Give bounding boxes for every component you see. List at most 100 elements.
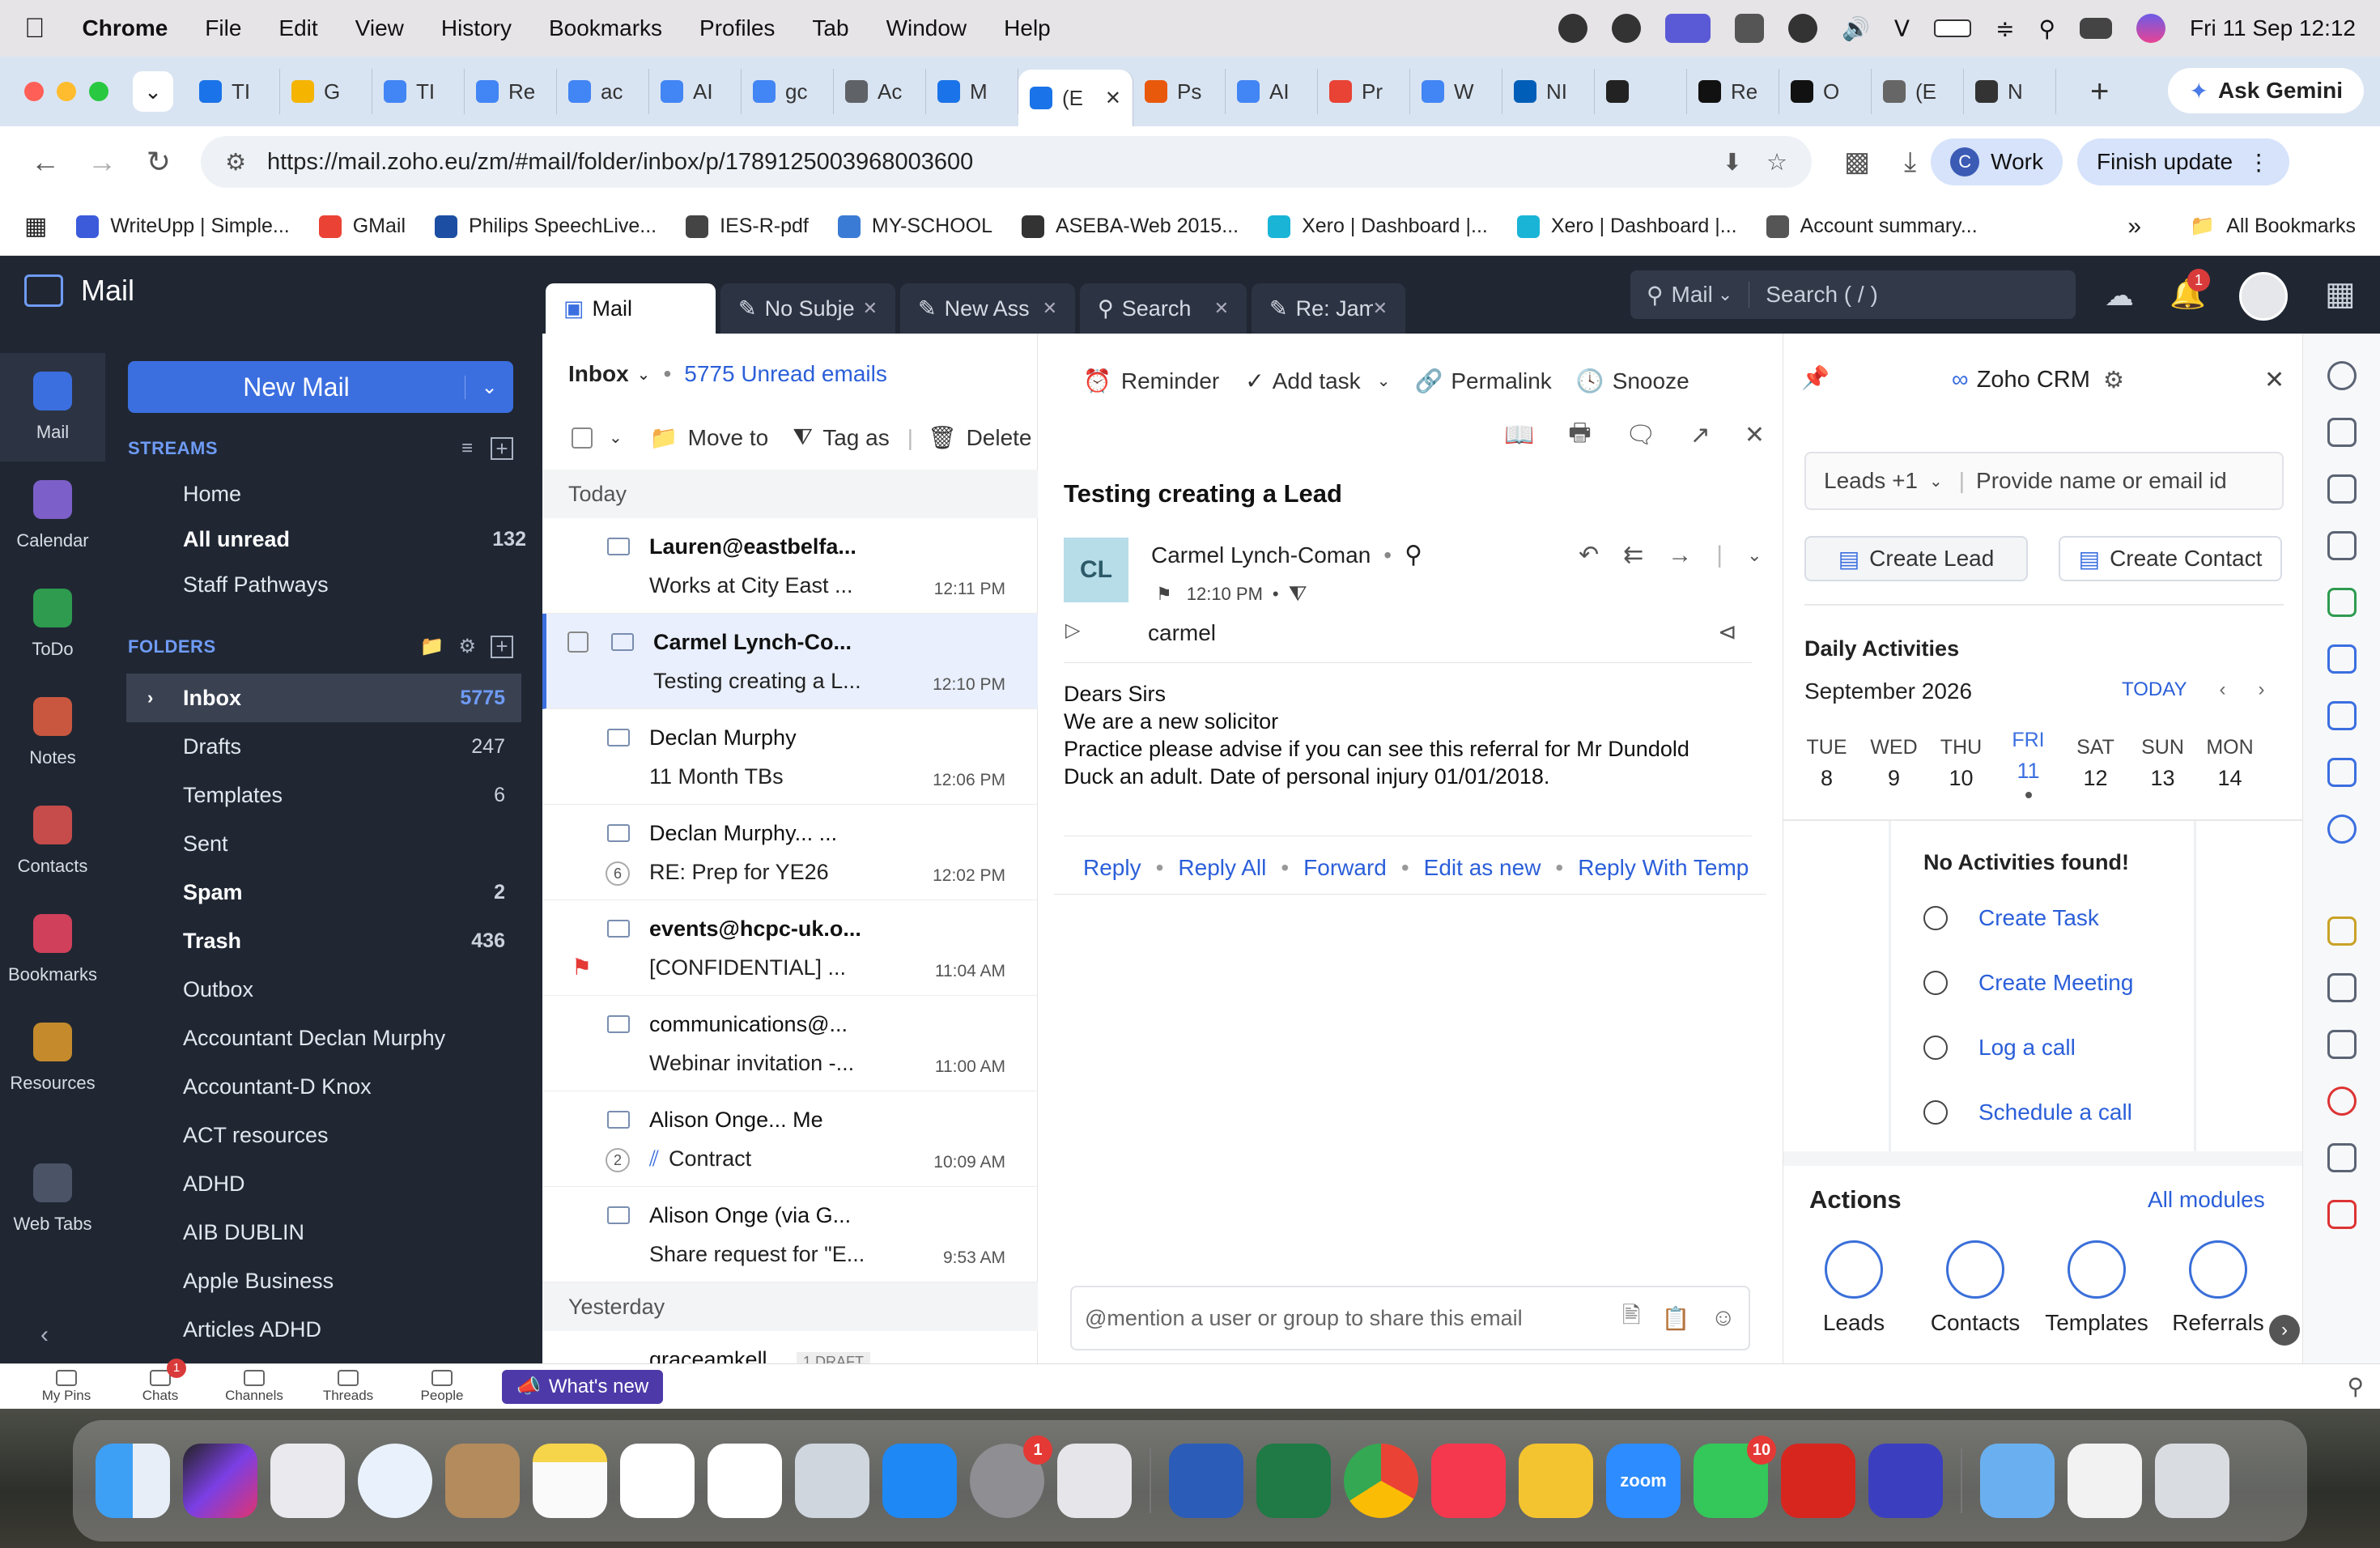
bottom-people[interactable]: People [395,1369,489,1404]
crm-link-app-icon[interactable] [2327,644,2357,674]
filter-streams-icon[interactable]: ≡ [461,437,473,460]
menu-view[interactable]: View [355,15,404,41]
folder-item[interactable]: Sent [126,819,521,868]
module-referrals[interactable]: Referrals [2157,1240,2279,1336]
rail-item-calendar[interactable]: Calendar [0,461,105,570]
bookmark-star-icon[interactable]: ☆ [1766,148,1787,176]
browser-tab[interactable]: TI [372,69,465,114]
install-app-icon[interactable]: ⬇ [1723,148,1742,176]
excel-icon[interactable] [1256,1444,1331,1518]
lookup-input[interactable]: Provide name or email id [1976,468,2227,494]
acrobat-icon[interactable] [1781,1444,1855,1518]
bookings-icon[interactable] [2327,1030,2357,1059]
volume-icon[interactable]: 🔊 [1842,15,1870,42]
checkmark-app-icon[interactable] [2327,418,2357,447]
module-templates[interactable]: Templates [2036,1240,2157,1336]
select-chevron-icon[interactable]: ⌄ [609,427,623,448]
system-settings-icon[interactable]: 1 [970,1435,1052,1518]
siri-icon[interactable] [2136,14,2166,43]
user-avatar[interactable] [2239,272,2288,321]
folder-item[interactable]: Trash 436 [126,916,521,965]
global-search[interactable]: ⚲ Mail ⌄ Search ( / ) [1630,270,2076,319]
creative-cloud-icon[interactable] [1735,14,1765,43]
add-stream-icon[interactable]: + [491,436,513,461]
snooze-button[interactable]: Snooze [1613,368,1689,394]
clockify-icon[interactable] [1519,1444,1593,1518]
ask-gemini-button[interactable]: ✦ Ask Gemini [2168,68,2364,113]
apps-grid-icon[interactable]: ▦ [24,212,47,240]
zoom-icon[interactable]: zoom [1606,1444,1681,1518]
browser-tab[interactable]: AI [1226,69,1318,114]
finder-icon[interactable] [96,1444,170,1518]
close-tab-icon[interactable]: ✕ [1373,298,1388,319]
email-action-forward[interactable]: Forward [1303,855,1387,881]
module-tab[interactable]: ▣ Mail [546,283,716,334]
delete-button[interactable]: Delete [967,425,1032,451]
bookmark-item[interactable]: Account summary... [1766,215,1978,238]
add-task-chevron-icon[interactable]: ⌄ [1377,371,1391,391]
zoom-menubar-icon[interactable] [1612,14,1642,43]
word-icon[interactable] [1169,1444,1243,1518]
vectorworks-icon[interactable] [708,1444,782,1518]
folder-item[interactable]: › Inbox 5775 [126,674,521,722]
add-task-button[interactable]: Add task [1273,368,1361,394]
unread-count-link[interactable]: 5775 Unread emails [684,361,887,387]
folder-settings-icon[interactable]: ⚙ [458,635,476,658]
bottom-channels[interactable]: Channels [207,1369,301,1404]
folder-item[interactable]: Accountant Declan Murphy [126,1014,521,1062]
clock[interactable]: Fri 11 Sep 12:12 [2190,15,2356,41]
calendar-day[interactable]: SUN 13 [2129,736,2196,791]
folder-item[interactable]: ADHD [126,1159,521,1208]
share-icon[interactable]: ⊲ [1718,619,1736,645]
search-icon[interactable]: ⚲ [2347,1373,2364,1400]
menu-history[interactable]: History [441,15,512,41]
task-clipboard-icon[interactable]: 📋 [1661,1305,1689,1332]
spotlight-search-icon[interactable]: ⚲ [2039,15,2056,42]
close-window-button[interactable] [24,82,44,101]
maximize-window-button[interactable] [89,82,108,101]
folder-item[interactable]: Templates 6 [126,771,521,819]
list-item[interactable]: Declan Murphy... ... RE: Prep for YE26 12:… [542,805,1038,900]
browser-tab[interactable]: Re [465,69,557,114]
permalink-button[interactable]: Permalink [1451,368,1551,394]
integration-gear-icon[interactable] [2327,814,2357,844]
lightning-icon[interactable] [2327,973,2357,1002]
folder-item[interactable]: Apple Business [126,1257,521,1305]
new-mail-dropdown-chevron-icon[interactable]: ⌄ [465,375,513,399]
menu-window[interactable]: Window [886,15,967,41]
stream-item[interactable]: Staff Pathways [105,562,542,607]
browser-tab[interactable]: Pr [1318,69,1410,114]
trash-bin-icon[interactable] [2155,1444,2229,1518]
browser-tab[interactable] [1595,69,1687,114]
browser-tab[interactable]: NI [1502,69,1595,114]
close-icon[interactable]: ✕ [2264,366,2284,394]
forward-arrow-icon[interactable]: → [79,145,125,179]
rail-item-mail[interactable]: Mail [0,353,105,461]
downloads-stack-icon[interactable] [2068,1444,2142,1518]
activity-action-schedule-a-call[interactable]: Schedule a call [1923,1080,2133,1145]
list-item[interactable]: Alison Onge (via G... Share request for "… [542,1187,1038,1282]
screen-share-icon[interactable] [1665,14,1711,43]
app-logo[interactable]: Mail [24,274,134,308]
menu-bookmarks[interactable]: Bookmarks [549,15,662,41]
module-contacts[interactable]: Contacts [1915,1240,2036,1336]
folder-item[interactable]: Articles ADHD [126,1305,521,1354]
calendar-day[interactable]: MON 14 [2196,736,2263,791]
rail-item-todo[interactable]: ToDo [0,570,105,678]
browser-tab[interactable]: (E [1872,69,1964,114]
forward-icon[interactable]: → [1668,542,1692,569]
all-bookmarks[interactable]: All Bookmarks [2226,215,2356,238]
module-tab[interactable]: ✎Re: James✕ [1252,283,1405,334]
menu-edit[interactable]: Edit [278,15,317,41]
sender-name[interactable]: Carmel Lynch-Coman [1151,542,1371,568]
downloads-icon[interactable]: ⤓ [1904,147,1916,178]
module-tab[interactable]: ✎ No Subje ✕ [720,283,895,334]
bookmark-item[interactable]: ASEBA-Web 2015... [1022,215,1239,238]
mention-input[interactable]: @mention a user or group to share this e… [1070,1286,1750,1350]
browser-tab[interactable]: M [926,69,1018,114]
browser-tab[interactable]: TI [188,69,280,114]
new-tab-button[interactable]: + [2090,74,2109,110]
browser-tab[interactable]: gc [742,69,834,114]
app-store-icon[interactable] [882,1444,957,1518]
close-tab-icon[interactable]: ✕ [1105,87,1121,110]
